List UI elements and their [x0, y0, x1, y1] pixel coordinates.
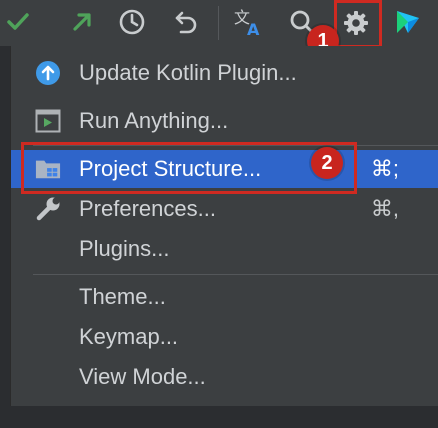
rollback-button[interactable]	[168, 4, 204, 40]
check-icon	[7, 13, 29, 30]
translate-button[interactable]: 文 A	[230, 4, 266, 40]
settings-popup-menu: Update Kotlin Plugin... Run Anything... …	[10, 46, 438, 406]
undo-icon	[175, 11, 197, 34]
settings-highlight-box	[334, 0, 382, 48]
menu-item-view-mode[interactable]: View Mode...	[11, 358, 438, 396]
menu-item-update-kotlin-plugin[interactable]: Update Kotlin Plugin...	[11, 54, 438, 92]
shortcut-label: ⌘,	[370, 196, 399, 221]
menu-divider	[33, 274, 438, 275]
menu-item-label: Run Anything...	[79, 108, 229, 133]
translate-icon: 文 A	[234, 8, 260, 38]
menu-item-label: Preferences...	[79, 196, 216, 221]
svg-text:A: A	[247, 20, 260, 38]
wrench-icon	[35, 197, 61, 221]
menu-item-preferences[interactable]: Preferences... ⌘,	[11, 190, 438, 228]
project-structure-highlight-box	[21, 142, 357, 194]
menu-item-label: Plugins...	[79, 236, 170, 261]
menu-item-label: Theme...	[79, 284, 166, 309]
jetbrains-toolbox-button[interactable]	[390, 4, 426, 40]
menu-item-keymap[interactable]: Keymap...	[11, 318, 438, 356]
jetbrains-logo-icon	[397, 11, 419, 33]
toolbar-separator	[218, 6, 219, 40]
history-button[interactable]	[114, 4, 150, 40]
shortcut-label: ⌘;	[370, 156, 399, 181]
run-anything-icon	[35, 109, 61, 133]
menu-item-label: Keymap...	[79, 324, 179, 349]
menu-item-theme[interactable]: Theme...	[11, 278, 438, 316]
menu-item-label: View Mode...	[79, 364, 206, 389]
menu-item-label: Update Kotlin Plugin...	[79, 60, 297, 85]
commit-button[interactable]	[0, 4, 36, 40]
upload-circle-icon	[35, 61, 61, 85]
menu-item-plugins[interactable]: Plugins...	[11, 230, 438, 268]
menu-item-run-anything[interactable]: Run Anything...	[11, 102, 438, 140]
arrow-up-right-icon	[73, 13, 91, 31]
push-button[interactable]	[64, 4, 100, 40]
history-icon	[119, 9, 145, 35]
step-badge-2: 2	[311, 147, 343, 179]
